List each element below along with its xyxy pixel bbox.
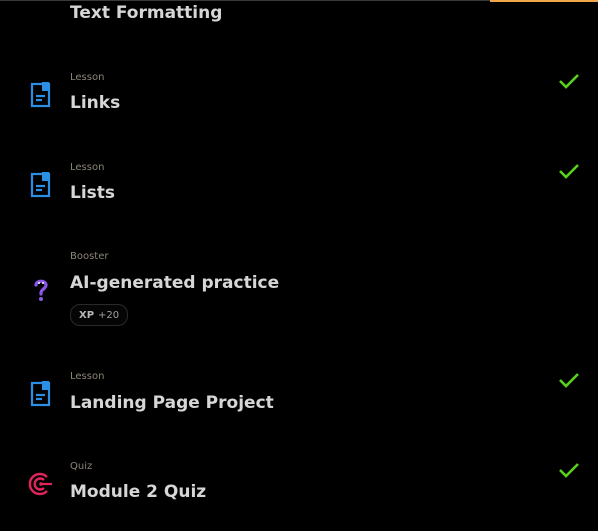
item-kind-label: Quiz bbox=[70, 461, 93, 472]
item-kind-label: Booster bbox=[70, 251, 109, 262]
item-title: Landing Page Project bbox=[70, 393, 274, 413]
item-title: Links bbox=[70, 93, 121, 113]
check-icon bbox=[559, 463, 579, 478]
lesson-icon bbox=[30, 172, 51, 198]
check-icon bbox=[559, 373, 579, 388]
check-icon bbox=[559, 74, 579, 89]
progress-accent-bar bbox=[490, 0, 598, 2]
check-icon bbox=[559, 164, 579, 179]
item-kind-label: Lesson bbox=[70, 371, 105, 382]
item-kind-label: Lesson bbox=[70, 162, 105, 173]
lesson-icon bbox=[30, 381, 51, 407]
item-title: Lists bbox=[70, 183, 116, 203]
item-title: Module 2 Quiz bbox=[70, 482, 207, 502]
xp-label: XP bbox=[79, 309, 95, 321]
lesson-icon bbox=[30, 82, 51, 108]
question-mark-icon bbox=[34, 279, 48, 301]
item-kind-label: Lesson bbox=[70, 72, 105, 83]
xp-value: +20 bbox=[98, 309, 120, 321]
target-icon bbox=[28, 472, 52, 496]
xp-badge: XP +20 bbox=[70, 304, 129, 326]
partial-item-title[interactable]: Text Formatting bbox=[70, 3, 222, 23]
item-title: AI-generated practice bbox=[70, 273, 280, 293]
